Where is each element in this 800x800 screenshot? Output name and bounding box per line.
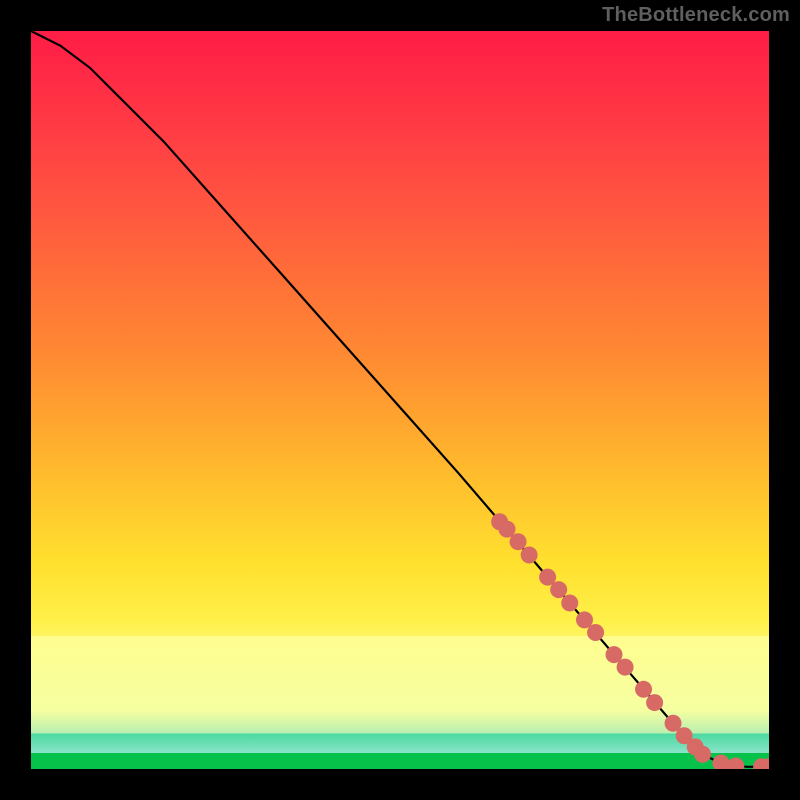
data-marker bbox=[510, 533, 527, 550]
data-marker bbox=[713, 755, 730, 769]
data-marker bbox=[635, 681, 652, 698]
data-marker bbox=[617, 659, 634, 676]
marker-group bbox=[491, 513, 769, 769]
data-marker bbox=[727, 758, 744, 769]
main-curve bbox=[31, 31, 769, 767]
watermark-label: TheBottleneck.com bbox=[602, 4, 790, 27]
chart-svg bbox=[31, 31, 769, 769]
plot-area bbox=[31, 31, 769, 769]
data-marker bbox=[646, 694, 663, 711]
data-marker bbox=[521, 546, 538, 563]
data-marker bbox=[550, 581, 567, 598]
data-marker bbox=[561, 594, 578, 611]
chart-frame: TheBottleneck.com bbox=[0, 0, 800, 800]
data-marker bbox=[694, 746, 711, 763]
data-marker bbox=[587, 624, 604, 641]
